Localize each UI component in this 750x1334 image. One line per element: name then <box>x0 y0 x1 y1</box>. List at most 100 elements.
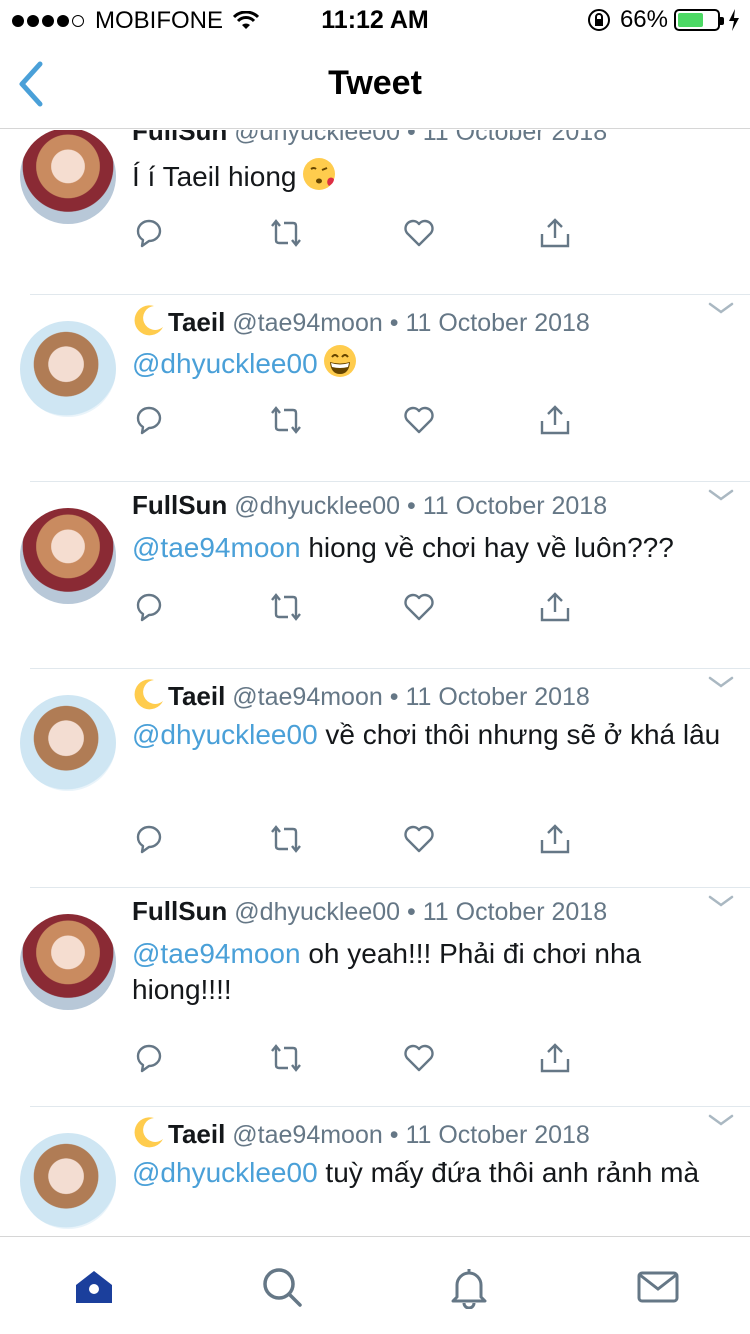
navigation-bar: Tweet <box>0 40 750 129</box>
chevron-down-icon[interactable] <box>708 488 734 502</box>
user-handle: @tae94moon <box>232 683 383 711</box>
mention-link[interactable]: @dhyucklee00 <box>132 348 318 379</box>
chevron-down-icon[interactable] <box>708 1113 734 1127</box>
reply-icon <box>132 1044 166 1079</box>
tweet-item[interactable]: Taeil @tae94moon • 11 October 2018 @dhyuc… <box>0 1109 750 1236</box>
like-button[interactable] <box>402 216 436 250</box>
heart-icon <box>402 825 436 860</box>
display-name[interactable]: FullSun <box>132 896 227 926</box>
divider <box>30 668 750 669</box>
like-button[interactable] <box>402 822 436 856</box>
tweet-item[interactable]: FullSun @dhyucklee00 • 11 October 2018 Í … <box>0 130 750 295</box>
reply-icon <box>132 219 166 254</box>
tweet-date: 11 October 2018 <box>405 309 590 337</box>
display-name[interactable]: Taeil <box>168 681 225 711</box>
tab-notifications[interactable] <box>447 1265 491 1310</box>
tab-bar <box>0 1236 750 1334</box>
tweet-body-text: Í í Taeil hiong <box>132 160 297 192</box>
retweet-icon <box>269 825 303 860</box>
share-icon <box>538 592 572 628</box>
share-button[interactable] <box>538 1041 572 1075</box>
battery-icon <box>674 9 724 31</box>
tweet-item[interactable]: FullSun @dhyucklee00 • 11 October 2018 @t… <box>0 484 750 669</box>
tweet-text: @dhyucklee00 về chơi thôi nhưng sẽ ở khá… <box>132 717 732 753</box>
tweet-header: Taeil @tae94moon • 11 October 2018 <box>132 677 590 712</box>
reply-icon <box>132 825 166 860</box>
mention-link[interactable]: @tae94moon <box>132 532 301 563</box>
notifications-icon <box>451 1269 487 1310</box>
status-right: 66% <box>586 6 740 34</box>
tweet-date: 11 October 2018 <box>405 683 590 711</box>
retweet-button[interactable] <box>269 1041 303 1075</box>
reply-button[interactable] <box>132 216 166 250</box>
tab-search[interactable] <box>260 1265 304 1309</box>
tweet-actions <box>132 590 592 630</box>
avatar[interactable] <box>20 130 116 224</box>
share-icon <box>538 218 572 254</box>
crescent-moon-icon <box>134 679 163 710</box>
home-icon <box>76 1271 112 1303</box>
retweet-button[interactable] <box>269 590 303 624</box>
like-button[interactable] <box>402 1041 436 1075</box>
share-button[interactable] <box>538 822 572 856</box>
retweet-button[interactable] <box>269 403 303 437</box>
display-name[interactable]: Taeil <box>168 307 225 337</box>
tweet-text: @tae94moon hiong về chơi hay về luôn??? <box>132 530 732 566</box>
mention-link[interactable]: @dhyucklee00 <box>132 1157 318 1188</box>
mention-link[interactable]: @dhyucklee00 <box>132 719 318 750</box>
tab-home[interactable] <box>72 1265 116 1309</box>
tab-messages[interactable] <box>636 1265 680 1309</box>
divider <box>30 887 750 888</box>
crescent-moon-icon <box>134 1117 163 1148</box>
tweet-actions <box>132 822 592 862</box>
reply-button[interactable] <box>132 822 166 856</box>
tweet-item[interactable]: Taeil @tae94moon • 11 October 2018 @dhyuc… <box>0 671 750 888</box>
chevron-down-icon[interactable] <box>708 894 734 908</box>
divider <box>30 1106 750 1107</box>
reply-button[interactable] <box>132 403 166 437</box>
grin-emoji <box>322 343 358 388</box>
reply-button[interactable] <box>132 1041 166 1075</box>
user-handle: @tae94moon <box>232 1121 383 1149</box>
tweet-actions <box>132 216 592 256</box>
crescent-moon-icon <box>134 305 163 336</box>
retweet-icon <box>269 219 303 254</box>
tweet-date: 11 October 2018 <box>422 130 608 146</box>
tweet-body-text: hiong về chơi hay về luôn??? <box>300 532 674 563</box>
display-name[interactable]: Taeil <box>168 1119 225 1149</box>
mention-link[interactable]: @tae94moon <box>132 938 301 969</box>
reply-button[interactable] <box>132 590 166 624</box>
retweet-button[interactable] <box>269 822 303 856</box>
avatar[interactable] <box>20 508 116 604</box>
like-button[interactable] <box>402 590 436 624</box>
tweet-thread: FullSun @dhyucklee00 • 11 October 2018 Í … <box>0 130 750 1236</box>
avatar[interactable] <box>20 695 116 791</box>
avatar[interactable] <box>20 321 116 417</box>
chevron-down-icon[interactable] <box>708 301 734 315</box>
share-button[interactable] <box>538 403 572 437</box>
display-name[interactable]: FullSun <box>132 490 227 520</box>
share-button[interactable] <box>538 216 572 250</box>
search-icon <box>263 1268 302 1307</box>
avatar[interactable] <box>20 914 116 1010</box>
kiss-emoji <box>301 156 337 201</box>
tweet-date: 11 October 2018 <box>405 1121 590 1149</box>
tweet-actions <box>132 1041 592 1081</box>
tweet-item[interactable]: FullSun @dhyucklee00 • 11 October 2018 @t… <box>0 890 750 1107</box>
share-icon <box>538 405 572 441</box>
heart-icon <box>402 406 436 441</box>
retweet-button[interactable] <box>269 216 303 250</box>
retweet-icon <box>269 1044 303 1079</box>
meta-separator: • <box>407 130 416 146</box>
share-button[interactable] <box>538 590 572 624</box>
like-button[interactable] <box>402 403 436 437</box>
display-name[interactable]: FullSun <box>132 130 227 146</box>
tweet-header: FullSun @dhyucklee00 • 11 October 2018 <box>132 896 607 927</box>
tweet-item[interactable]: Taeil @tae94moon • 11 October 2018 @dhyuc… <box>0 297 750 482</box>
divider <box>30 481 750 482</box>
charging-icon <box>729 9 739 31</box>
chevron-down-icon[interactable] <box>708 675 734 689</box>
retweet-icon <box>269 406 303 441</box>
avatar[interactable] <box>20 1133 116 1229</box>
tweet-text: @dhyucklee00 tuỳ mấy đứa thôi anh rảnh m… <box>132 1155 732 1191</box>
